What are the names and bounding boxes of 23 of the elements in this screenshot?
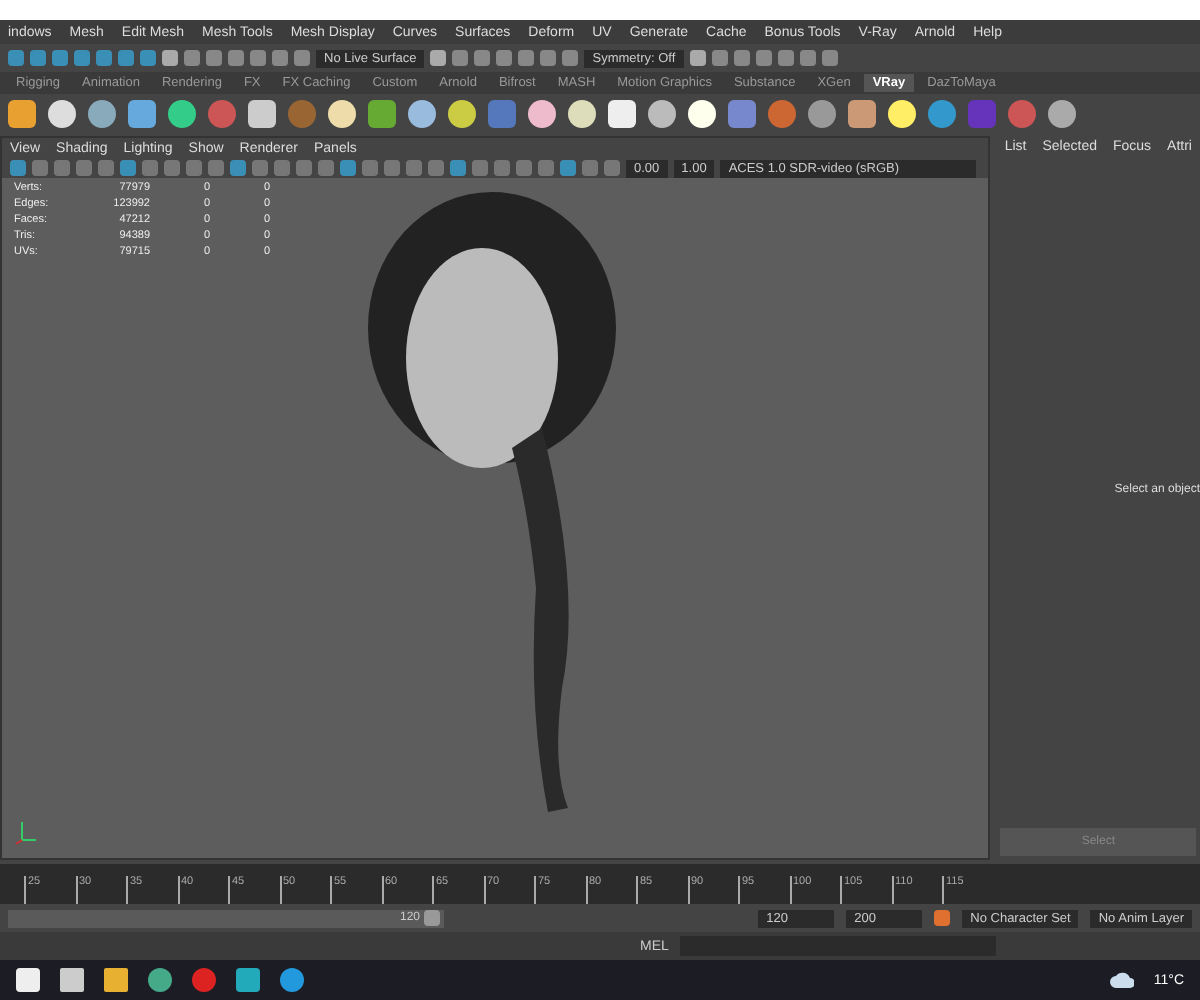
shelf-tool-icon[interactable] bbox=[168, 99, 196, 127]
cloud-icon bbox=[1109, 972, 1134, 988]
shelf-tool-icon[interactable] bbox=[688, 99, 716, 127]
shelf-tool-icon[interactable] bbox=[888, 99, 916, 127]
shelf-tool-icon[interactable] bbox=[528, 99, 556, 127]
shelf-tool-icon[interactable] bbox=[1048, 99, 1076, 127]
shelf-tool-icon[interactable] bbox=[448, 99, 476, 127]
shelf-tool-icon[interactable] bbox=[408, 99, 436, 127]
taskbar-app-icon[interactable] bbox=[148, 968, 172, 992]
auto-key-icon[interactable] bbox=[934, 910, 951, 926]
shelf-tool-icon[interactable] bbox=[648, 99, 676, 127]
taskbar-app-icon[interactable] bbox=[192, 968, 216, 992]
shelf-tool-icon[interactable] bbox=[8, 99, 36, 127]
taskbar-app-icon[interactable] bbox=[280, 968, 304, 992]
shelf-tool-icon[interactable] bbox=[568, 99, 596, 127]
shelf-tool-icon[interactable] bbox=[48, 99, 76, 127]
shelf-tool-icon[interactable] bbox=[128, 99, 156, 127]
shelf-tool-icon[interactable] bbox=[248, 99, 276, 127]
shelf-tool-icon[interactable] bbox=[848, 99, 876, 127]
shelf-tool-icon[interactable] bbox=[88, 99, 116, 127]
shelf-tool-icon[interactable] bbox=[328, 99, 356, 127]
axis-gizmo-icon bbox=[14, 818, 38, 846]
shelf-tool-icon[interactable] bbox=[608, 99, 636, 127]
